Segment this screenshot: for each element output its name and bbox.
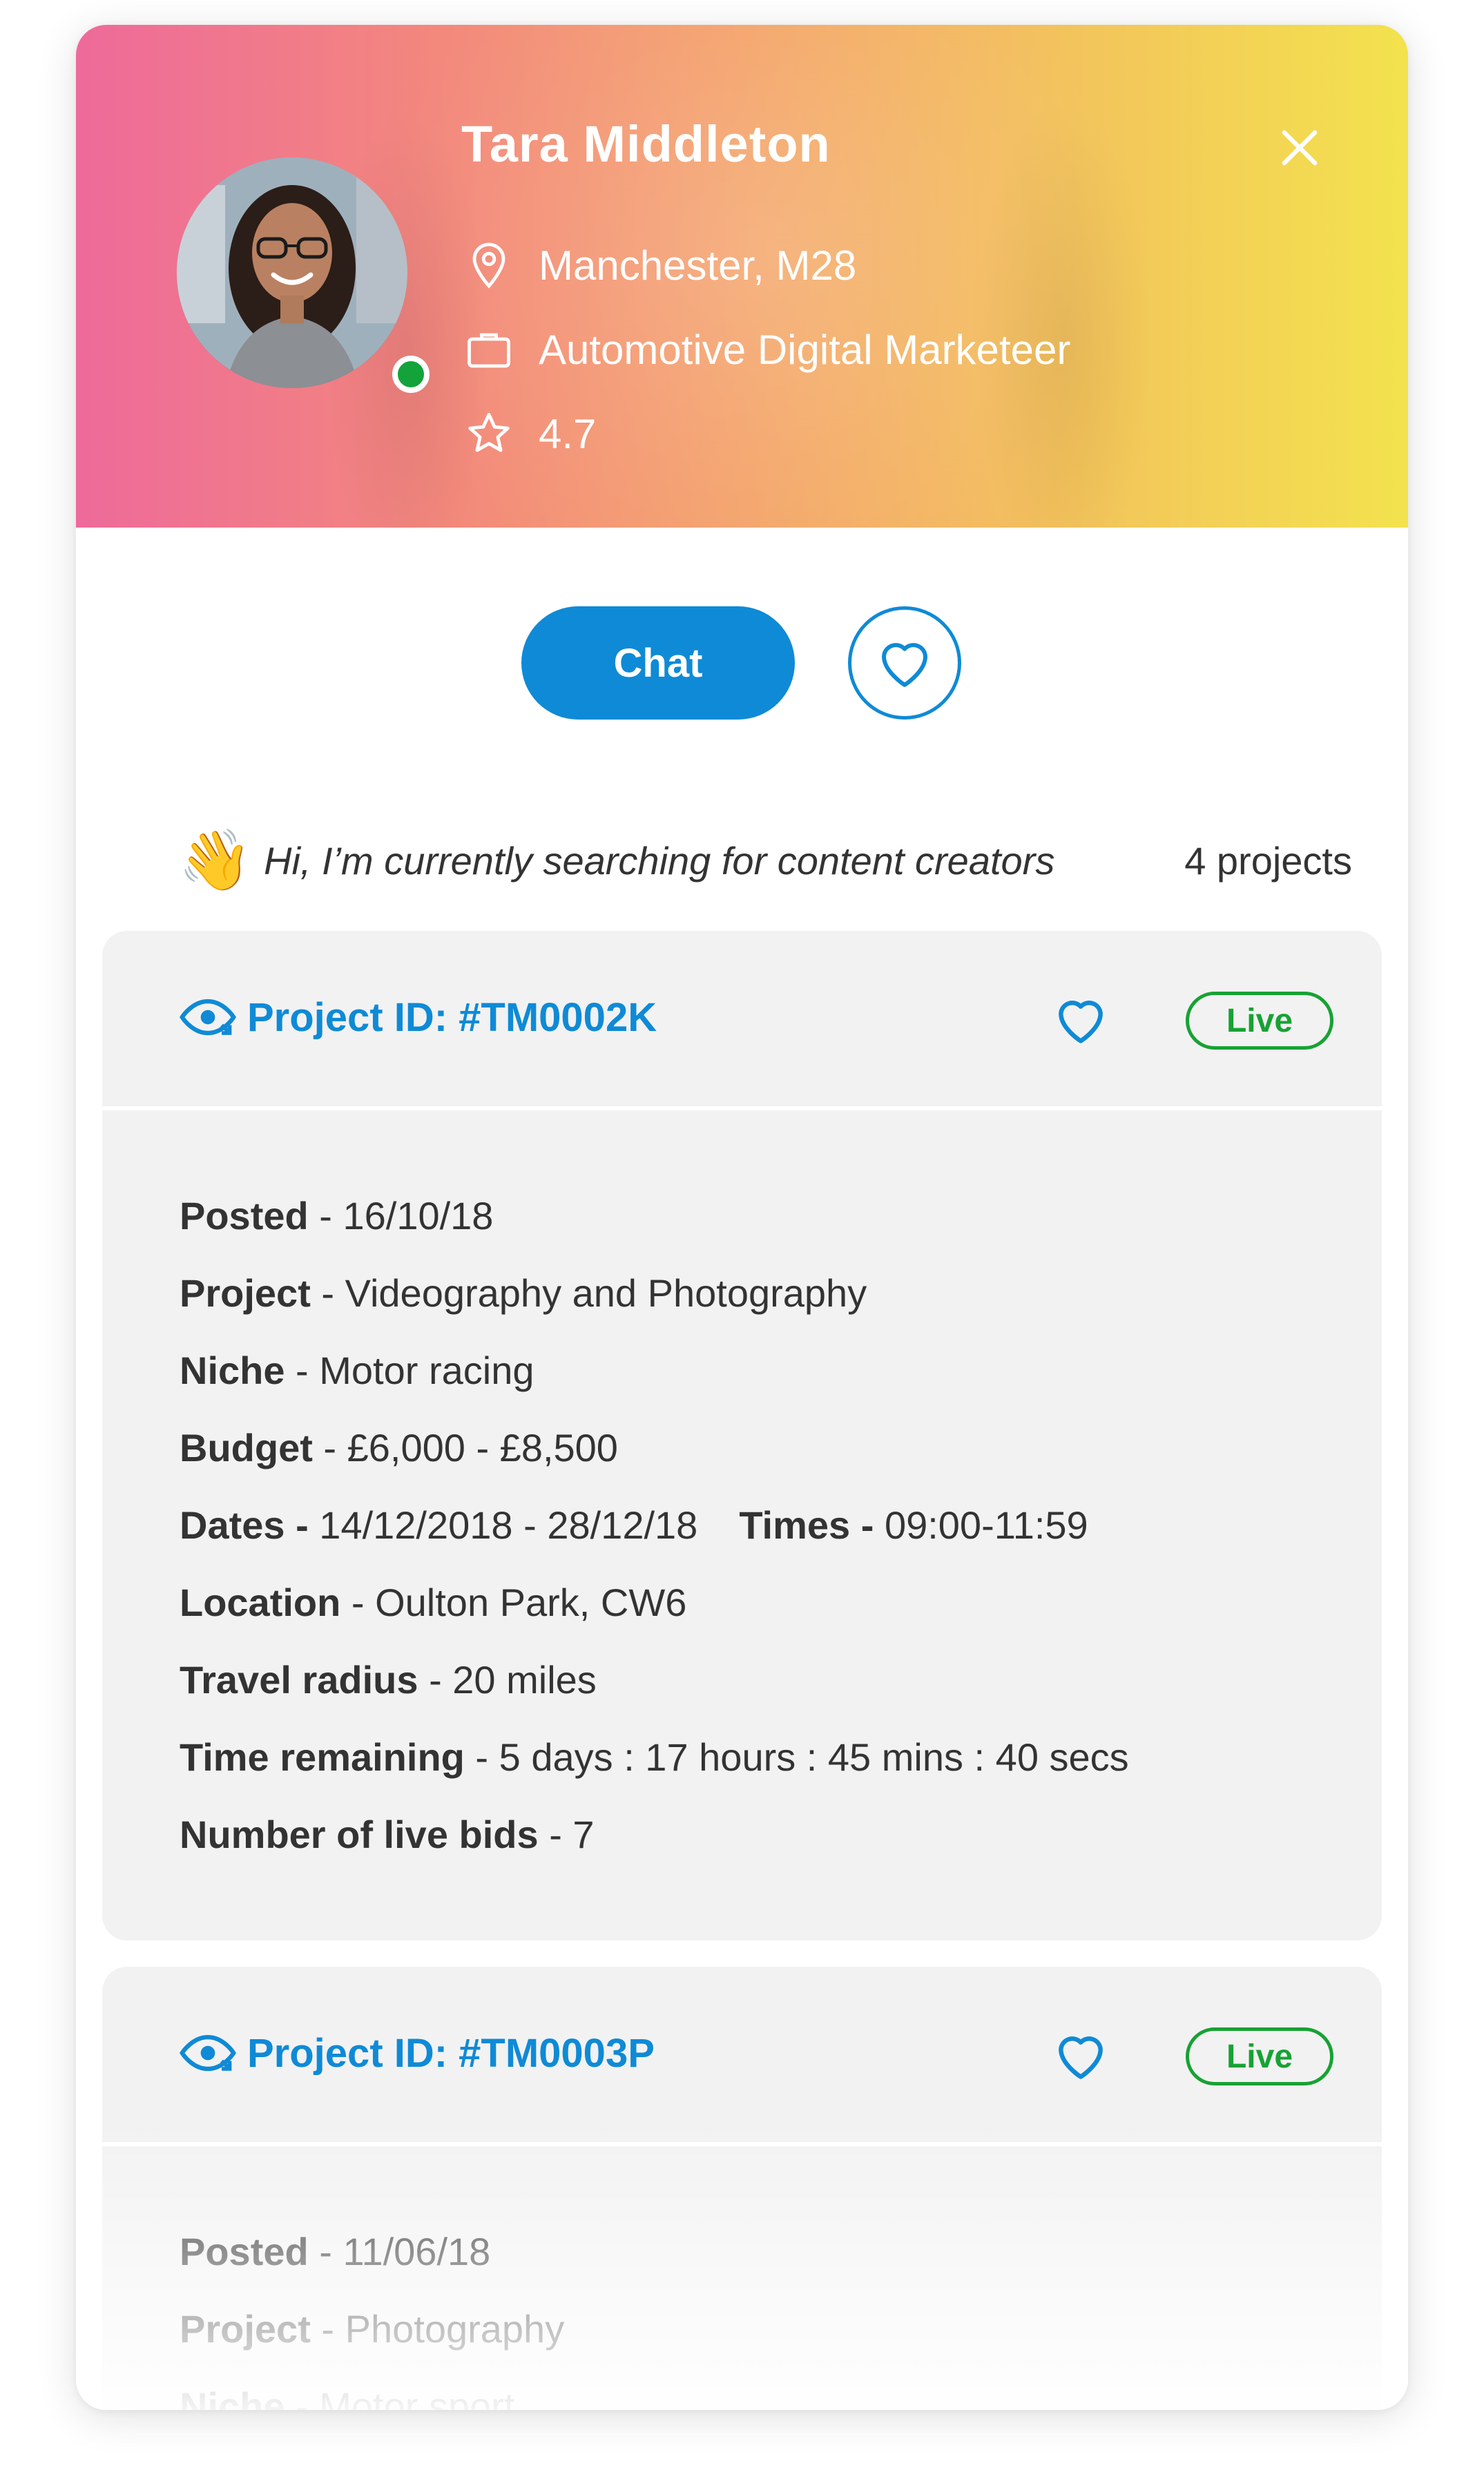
- profile-location: Manchester, M28: [464, 240, 856, 290]
- project-card-header: Project ID: #TM0003P Live: [102, 1967, 1382, 2146]
- profile-role: Automotive Digital Marketeer: [464, 325, 1070, 374]
- project-id-link[interactable]: Project ID: #TM0002K: [178, 993, 657, 1041]
- detail-label: Project: [180, 1271, 311, 1315]
- detail-label: Posted: [180, 2230, 309, 2273]
- project-card-header: Project ID: #TM0002K Live: [102, 931, 1382, 1110]
- detail-label: Time remaining: [180, 1735, 465, 1779]
- star-icon: [468, 413, 510, 452]
- project-card: Project ID: #TM0002K Live Posted - 16/10…: [102, 931, 1382, 1940]
- profile-rating: 4.7: [464, 409, 596, 459]
- detail-label: Times -: [739, 1503, 885, 1547]
- online-status-indicator: [392, 356, 430, 393]
- intro-message: Hi, I’m currently searching for content …: [264, 838, 1055, 883]
- status-badge: Live: [1186, 992, 1333, 1050]
- profile-name: Tara Middleton: [461, 115, 831, 173]
- detail-label: Location: [180, 1581, 341, 1624]
- detail-niche: Niche - Motor sport: [180, 2384, 564, 2410]
- detail-travel-radius: Travel radius - 20 miles: [180, 1657, 1129, 1735]
- avatar-photo: [177, 157, 407, 388]
- detail-project: Project - Videography and Photography: [180, 1271, 1129, 1348]
- detail-location: Location - Oulton Park, CW6: [180, 1580, 1129, 1657]
- profile-location-text: Manchester, M28: [539, 242, 857, 289]
- detail-value: - 11/06/18: [308, 2230, 491, 2273]
- detail-value: - 7: [538, 1813, 595, 1856]
- project-id-text: Project ID: #TM0002K: [247, 994, 657, 1040]
- favourite-button[interactable]: [848, 606, 961, 720]
- project-count[interactable]: 4 projects: [1184, 838, 1352, 883]
- detail-posted: Posted - 16/10/18: [180, 1193, 1129, 1271]
- avatar[interactable]: [177, 157, 407, 388]
- detail-value: 14/12/2018 - 28/12/18: [319, 1503, 698, 1547]
- detail-value: - Photography: [310, 2307, 565, 2351]
- heart-icon[interactable]: [1051, 990, 1110, 1050]
- detail-value: - £6,000 - £8,500: [312, 1426, 618, 1469]
- eye-icon: [180, 999, 236, 1036]
- profile-card: Tara Middleton Manchester, M28 Automotiv…: [76, 25, 1408, 2410]
- detail-label: Posted: [180, 1194, 309, 1237]
- project-details: Posted - 11/06/18 Project - Photography …: [180, 2229, 564, 2410]
- detail-label: Travel radius: [180, 1658, 418, 1702]
- status-badge: Live: [1186, 2027, 1333, 2085]
- detail-label: Project: [180, 2307, 311, 2351]
- detail-time-remaining: Time remaining - 5 days : 17 hours : 45 …: [180, 1735, 1129, 1812]
- profile-rating-value: 4.7: [539, 410, 597, 457]
- detail-label: Dates -: [180, 1503, 320, 1547]
- detail-value: 09:00-11:59: [884, 1503, 1088, 1547]
- detail-label: Number of live bids: [180, 1813, 539, 1856]
- detail-live-bids: Number of live bids - 7: [180, 1812, 1129, 1889]
- eye-icon: [180, 2034, 236, 2072]
- detail-label: Niche: [180, 1349, 285, 1392]
- chat-button[interactable]: Chat: [521, 606, 795, 720]
- detail-label: Budget: [180, 1426, 313, 1469]
- heart-icon: [882, 643, 927, 687]
- profile-role-text: Automotive Digital Marketeer: [539, 326, 1071, 373]
- detail-value: - Oulton Park, CW6: [340, 1581, 687, 1624]
- detail-value: - Motor racing: [285, 1349, 534, 1392]
- project-id-text: Project ID: #TM0003P: [247, 2030, 655, 2076]
- close-icon[interactable]: [1273, 122, 1326, 174]
- briefcase-icon: [468, 333, 510, 368]
- detail-dates-times: Dates - 14/12/2018 - 28/12/18 Times - 09:…: [180, 1503, 1129, 1580]
- detail-label: Niche: [180, 2384, 285, 2410]
- detail-value: - 5 days : 17 hours : 45 mins : 40 secs: [464, 1735, 1129, 1779]
- map-pin-icon: [472, 242, 505, 289]
- detail-project: Project - Photography: [180, 2306, 564, 2384]
- detail-niche: Niche - Motor racing: [180, 1348, 1129, 1425]
- detail-value: - 16/10/18: [308, 1194, 494, 1237]
- detail-budget: Budget - £6,000 - £8,500: [180, 1425, 1129, 1503]
- project-id-link[interactable]: Project ID: #TM0003P: [178, 2029, 655, 2077]
- waving-hand-icon: 👋: [178, 826, 253, 895]
- project-details: Posted - 16/10/18 Project - Videography …: [180, 1193, 1129, 1889]
- detail-value: - 20 miles: [418, 1658, 597, 1702]
- detail-value: - Motor sport: [285, 2384, 515, 2410]
- detail-value: - Videography and Photography: [310, 1271, 867, 1315]
- project-card: Project ID: #TM0003P Live Posted - 11/06…: [102, 1967, 1382, 2410]
- banner-photo-shade-right: [974, 94, 1153, 528]
- heart-icon[interactable]: [1051, 2026, 1110, 2085]
- profile-banner: Tara Middleton Manchester, M28 Automotiv…: [76, 25, 1408, 528]
- detail-posted: Posted - 11/06/18: [180, 2229, 564, 2306]
- intro-message-row: 👋 Hi, I’m currently searching for conten…: [178, 826, 1352, 895]
